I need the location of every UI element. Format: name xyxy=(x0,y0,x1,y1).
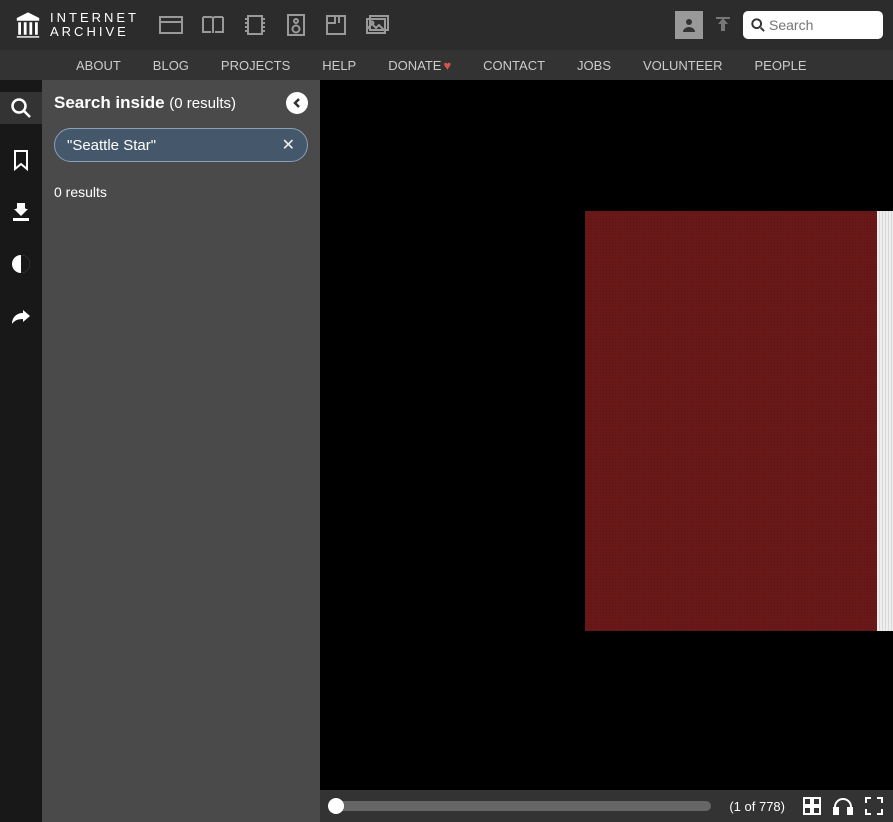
read-aloud-button[interactable] xyxy=(833,797,853,815)
upload-icon xyxy=(713,15,733,35)
global-search[interactable] xyxy=(743,11,883,39)
results-line: 0 results xyxy=(42,162,320,200)
page-edge xyxy=(877,211,893,631)
upload-button[interactable] xyxy=(713,15,733,35)
rail-share-button[interactable] xyxy=(0,300,42,332)
download-icon xyxy=(11,201,31,223)
nav-about[interactable]: ABOUT xyxy=(60,58,137,73)
top-media-icons xyxy=(159,13,389,37)
nav-donate[interactable]: DONATE♥ xyxy=(372,58,467,73)
footer-icons xyxy=(803,797,883,815)
logo[interactable]: INTERNET ARCHIVE xyxy=(14,11,139,40)
book-cover[interactable] xyxy=(585,211,877,631)
slider-thumb[interactable] xyxy=(328,798,344,814)
audio-icon[interactable] xyxy=(285,13,307,37)
nav-help[interactable]: HELP xyxy=(306,58,372,73)
archive-logo-icon xyxy=(14,11,42,39)
navbar: ABOUT BLOG PROJECTS HELP DONATE♥ CONTACT… xyxy=(0,50,893,80)
fullscreen-icon xyxy=(865,797,883,815)
search-chip-label: "Seattle Star" xyxy=(67,137,156,154)
rail-download-button[interactable] xyxy=(0,196,42,228)
panel-title: Search inside (0 results) xyxy=(54,93,236,113)
thumbnails-button[interactable] xyxy=(803,797,821,815)
nav-people[interactable]: PEOPLE xyxy=(738,58,822,73)
user-icon xyxy=(681,17,697,33)
chevron-left-icon xyxy=(292,98,302,108)
video-icon[interactable] xyxy=(243,14,267,36)
search-chip-row: "Seattle Star" ✕ xyxy=(42,122,320,162)
rail-contrast-button[interactable] xyxy=(0,248,42,280)
web-icon[interactable] xyxy=(159,14,183,36)
bookmark-icon xyxy=(12,149,30,171)
main: Search inside (0 results) "Seattle Star"… xyxy=(0,80,893,822)
collapse-button[interactable] xyxy=(286,92,308,114)
grid-icon xyxy=(803,797,821,815)
search-inside-panel: Search inside (0 results) "Seattle Star"… xyxy=(42,80,320,822)
share-icon xyxy=(10,306,32,326)
nav-projects[interactable]: PROJECTS xyxy=(205,58,306,73)
rail-bookmark-button[interactable] xyxy=(0,144,42,176)
topbar: INTERNET ARCHIVE xyxy=(0,0,893,50)
viewer-stage[interactable] xyxy=(320,80,893,822)
page-slider[interactable] xyxy=(330,801,711,811)
user-button[interactable] xyxy=(675,11,703,39)
panel-header: Search inside (0 results) xyxy=(42,80,320,122)
texts-icon[interactable] xyxy=(201,14,225,36)
global-search-input[interactable] xyxy=(769,17,875,33)
nav-volunteer[interactable]: VOLUNTEER xyxy=(627,58,738,73)
contrast-icon xyxy=(10,253,32,275)
panel-result-count: (0 results) xyxy=(169,95,236,112)
nav-contact[interactable]: CONTACT xyxy=(467,58,561,73)
book-viewer: (1 of 778) xyxy=(320,80,893,822)
clear-chip-button[interactable]: ✕ xyxy=(282,135,295,155)
slider-track[interactable] xyxy=(330,801,711,811)
software-icon[interactable] xyxy=(325,14,347,36)
viewer-footer: (1 of 778) xyxy=(320,790,893,822)
search-chip[interactable]: "Seattle Star" ✕ xyxy=(54,128,308,162)
page-indicator: (1 of 778) xyxy=(721,799,793,814)
headphones-icon xyxy=(833,797,853,815)
search-icon xyxy=(10,97,32,119)
nav-jobs[interactable]: JOBS xyxy=(561,58,627,73)
images-icon[interactable] xyxy=(365,15,389,35)
nav-blog[interactable]: BLOG xyxy=(137,58,205,73)
sidebar-rail xyxy=(0,80,42,822)
search-icon xyxy=(751,18,765,32)
fullscreen-button[interactable] xyxy=(865,797,883,815)
rail-search-button[interactable] xyxy=(0,92,42,124)
top-right xyxy=(675,11,883,39)
heart-icon: ♥ xyxy=(443,58,451,73)
logo-text: INTERNET ARCHIVE xyxy=(50,11,139,40)
